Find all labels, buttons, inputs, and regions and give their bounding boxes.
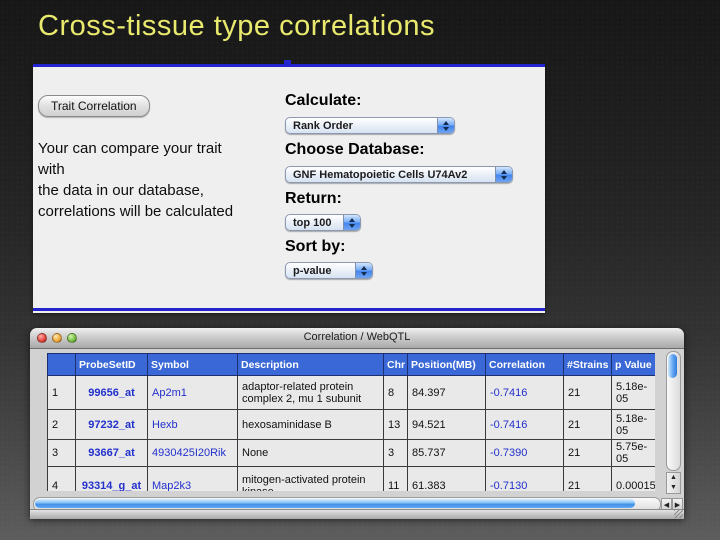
horizontal-scrollbar-thumb[interactable] xyxy=(35,499,635,508)
column-header-correlation: Correlation xyxy=(486,354,564,376)
dropdown-stepper-icon xyxy=(355,263,372,278)
database-label: Choose Database: xyxy=(285,141,425,159)
description-cell: hexosaminidase B xyxy=(238,410,384,440)
pvalue-cell: 0.00015 xyxy=(612,467,656,492)
correlation-window: Correlation / WebQTL ProbeSetID Symbol D… xyxy=(30,328,684,518)
description-line: the data in our database, xyxy=(38,180,283,201)
column-header-symbol: Symbol xyxy=(148,354,238,376)
slide: { "slide": { "title": "Cross-tissue type… xyxy=(0,0,720,540)
row-index: 4 xyxy=(48,467,76,492)
row-index: 1 xyxy=(48,376,76,410)
calculate-label: Calculate: xyxy=(285,92,361,110)
chr-cell: 11 xyxy=(384,467,408,492)
column-header-pvalue: p Value xyxy=(612,354,656,376)
strains-cell: 21 xyxy=(564,440,612,467)
correlation-link[interactable]: -0.7390 xyxy=(490,447,527,459)
row-index: 2 xyxy=(48,410,76,440)
sort-select-value: p-value xyxy=(293,265,332,277)
symbol-link[interactable]: 4930425I20Rik xyxy=(152,447,226,459)
pvalue-cell: 5.18e-05 xyxy=(612,410,656,440)
chr-cell: 3 xyxy=(384,440,408,467)
table-row: 1 99656_at Ap2m1 adaptor-related protein… xyxy=(48,376,656,410)
position-cell: 61.383 xyxy=(408,467,486,492)
column-header-chr: Chr xyxy=(384,354,408,376)
symbol-link[interactable]: Hexb xyxy=(152,419,178,431)
symbol-link[interactable]: Map2k3 xyxy=(152,480,191,491)
correlation-link[interactable]: -0.7130 xyxy=(490,480,527,491)
page-title: Cross-tissue type correlations xyxy=(38,10,435,43)
description-line: Your can compare your trait xyxy=(38,138,283,159)
strains-cell: 21 xyxy=(564,410,612,440)
dropdown-stepper-icon xyxy=(437,118,454,133)
position-cell: 85.737 xyxy=(408,440,486,467)
strains-cell: 21 xyxy=(564,376,612,410)
probeset-link[interactable]: 97232_at xyxy=(88,419,135,431)
return-select-value: top 100 xyxy=(293,217,332,229)
database-select-value: GNF Hematopoietic Cells U74Av2 xyxy=(293,169,467,181)
column-header-strains: #Strains xyxy=(564,354,612,376)
description-line: correlations will be calculated xyxy=(38,201,283,222)
description-line: with xyxy=(38,159,283,180)
correlation-link[interactable]: -0.7416 xyxy=(490,387,527,399)
window-title: Correlation / WebQTL xyxy=(30,331,684,343)
column-header-index xyxy=(48,354,76,376)
description-cell: mitogen-activated protein kinase xyxy=(238,467,384,492)
position-cell: 84.397 xyxy=(408,376,486,410)
table-row: 2 97232_at Hexb hexosaminidase B 13 94.5… xyxy=(48,410,656,440)
panel-description: Your can compare your trait with the dat… xyxy=(38,138,283,222)
probeset-link[interactable]: 93667_at xyxy=(88,447,135,459)
chr-cell: 13 xyxy=(384,410,408,440)
correlation-table-container: ProbeSetID Symbol Description Chr Positi… xyxy=(47,353,655,491)
table-row: 4 93314_g_at Map2k3 mitogen-activated pr… xyxy=(48,467,656,492)
database-select[interactable]: GNF Hematopoietic Cells U74Av2 xyxy=(285,166,513,183)
dropdown-stepper-icon xyxy=(343,215,360,230)
panel-top-border-notch xyxy=(284,60,291,66)
scroll-down-icon[interactable]: ▼ xyxy=(670,483,677,493)
column-header-probesetid: ProbeSetID xyxy=(76,354,148,376)
probeset-link[interactable]: 93314_g_at xyxy=(82,480,141,491)
window-body: ProbeSetID Symbol Description Chr Positi… xyxy=(30,349,684,519)
strains-cell: 21 xyxy=(564,467,612,492)
scroll-up-icon[interactable]: ▲ xyxy=(670,473,677,483)
return-select[interactable]: top 100 xyxy=(285,214,361,231)
calculate-select-value: Rank Order xyxy=(293,120,353,132)
dropdown-stepper-icon xyxy=(495,167,512,182)
correlation-link[interactable]: -0.7416 xyxy=(490,419,527,431)
table-header-row: ProbeSetID Symbol Description Chr Positi… xyxy=(48,354,656,376)
vertical-scrollbar-arrows: ▲ ▼ xyxy=(666,472,681,494)
symbol-link[interactable]: Ap2m1 xyxy=(152,387,187,399)
position-cell: 94.521 xyxy=(408,410,486,440)
panel-bottom-border xyxy=(33,308,545,311)
chr-cell: 8 xyxy=(384,376,408,410)
window-titlebar[interactable]: Correlation / WebQTL xyxy=(30,328,684,349)
column-header-description: Description xyxy=(238,354,384,376)
vertical-scrollbar-track[interactable] xyxy=(666,351,681,471)
row-index: 3 xyxy=(48,440,76,467)
description-cell: None xyxy=(238,440,384,467)
table-row: 3 93667_at 4930425I20Rik None 3 85.737 -… xyxy=(48,440,656,467)
pvalue-cell: 5.75e-05 xyxy=(612,440,656,467)
pvalue-cell: 5.18e-05 xyxy=(612,376,656,410)
trait-correlation-button[interactable]: Trait Correlation xyxy=(38,95,150,117)
vertical-scrollbar[interactable]: ▲ ▼ xyxy=(666,351,681,494)
vertical-scrollbar-thumb[interactable] xyxy=(668,354,677,378)
probeset-link[interactable]: 99656_at xyxy=(88,387,135,399)
trait-correlation-panel: Trait Correlation Your can compare your … xyxy=(33,64,545,313)
sort-label: Sort by: xyxy=(285,238,345,256)
window-statusbar xyxy=(30,509,684,519)
sort-select[interactable]: p-value xyxy=(285,262,373,279)
description-cell: adaptor-related protein complex 2, mu 1 … xyxy=(238,376,384,410)
correlation-table: ProbeSetID Symbol Description Chr Positi… xyxy=(47,353,655,491)
resize-grip[interactable] xyxy=(674,510,683,518)
return-label: Return: xyxy=(285,190,342,208)
calculate-select[interactable]: Rank Order xyxy=(285,117,455,134)
column-header-position: Position(MB) xyxy=(408,354,486,376)
